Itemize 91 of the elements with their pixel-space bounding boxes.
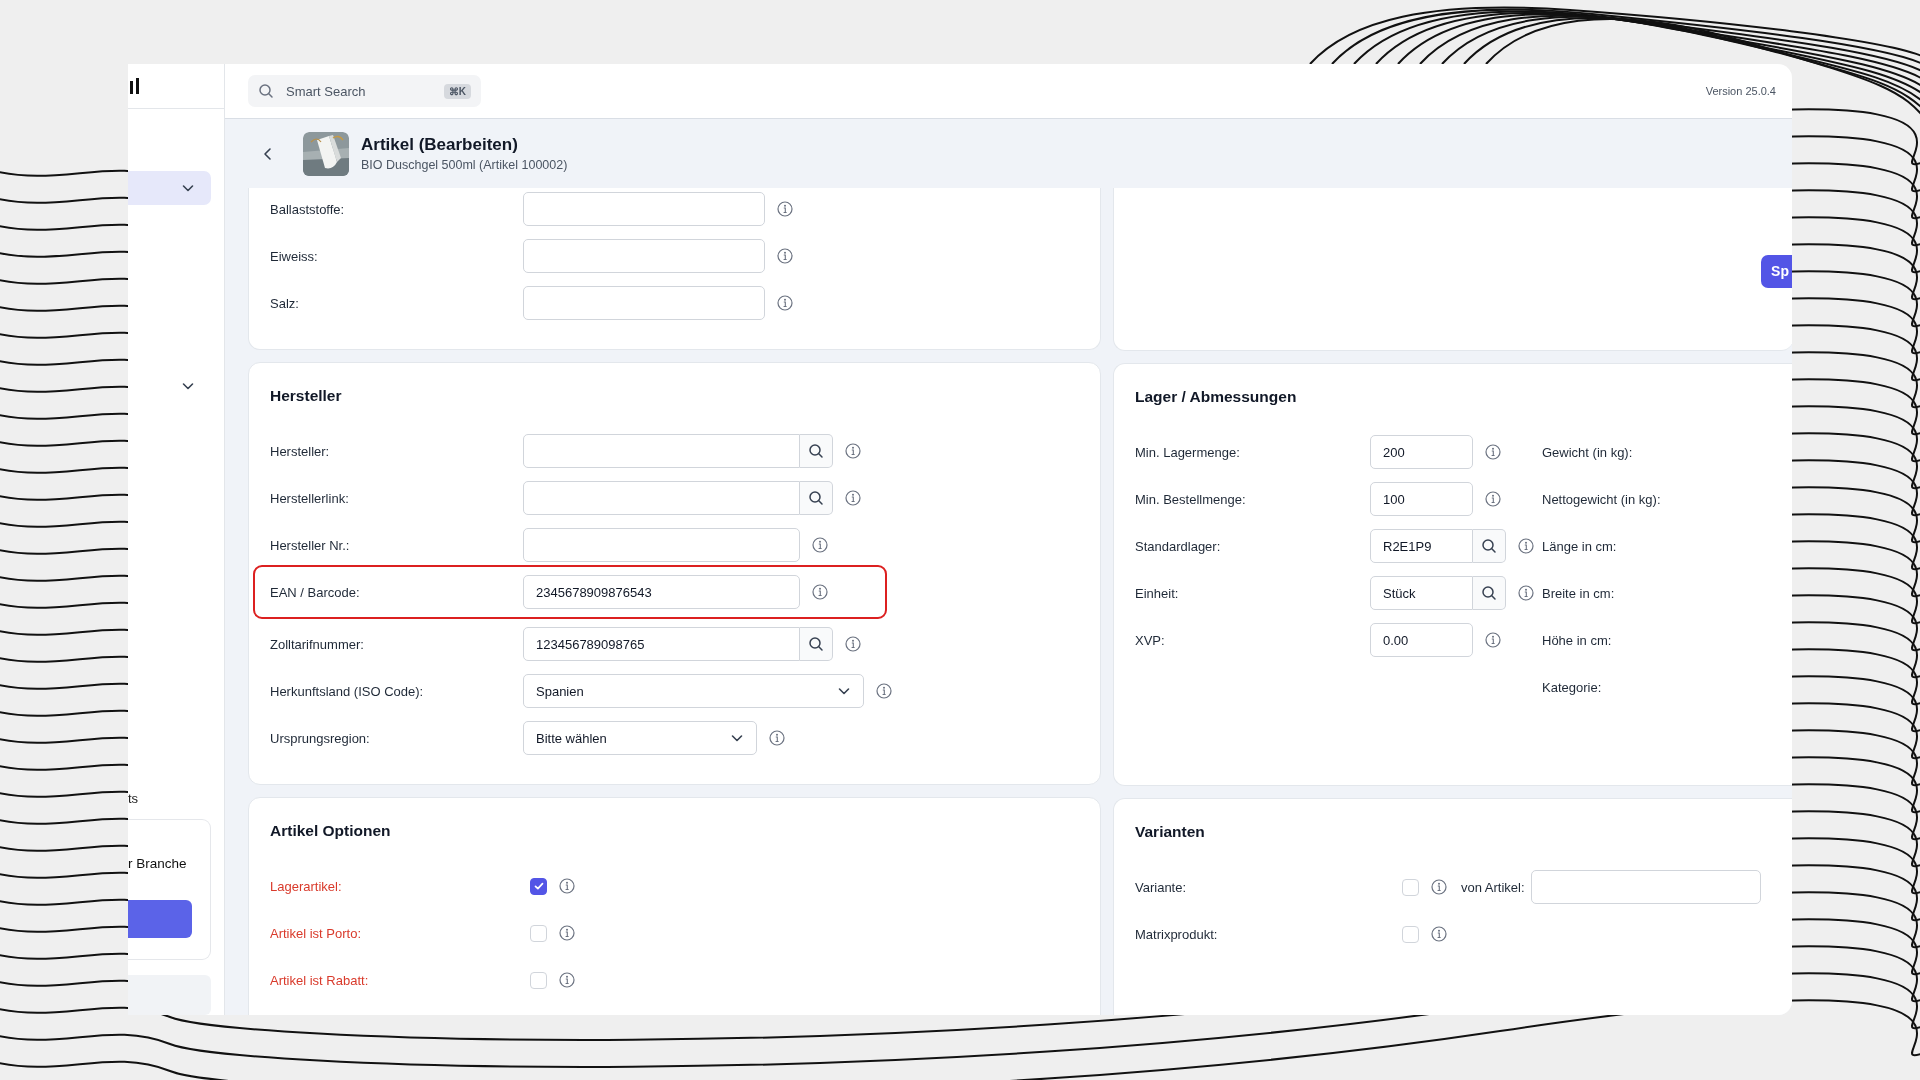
info-icon[interactable]: [812, 584, 828, 600]
info-icon[interactable]: [1518, 585, 1534, 601]
field-label: EAN / Barcode:: [270, 584, 361, 600]
info-icon[interactable]: [777, 248, 793, 264]
info-icon[interactable]: [777, 295, 793, 311]
search-field[interactable]: Smart Search ⌘K: [248, 75, 481, 107]
info-icon[interactable]: [1431, 926, 1447, 942]
search-button[interactable]: [1473, 529, 1506, 563]
info-icon[interactable]: [769, 730, 785, 746]
info-icon[interactable]: [777, 201, 793, 217]
promo-text: r Branche: [128, 856, 187, 871]
search-button[interactable]: [800, 627, 833, 661]
check-icon: [532, 880, 545, 892]
dropdown[interactable]: Spanien: [523, 674, 864, 708]
info-icon[interactable]: [845, 490, 861, 506]
field-label: Lagerartikel:: [270, 878, 343, 894]
input-field[interactable]: 100: [1370, 482, 1473, 516]
section-title: Lager / Abmessungen: [1135, 388, 1298, 407]
section-title: Artikel Optionen: [270, 822, 392, 841]
search-button[interactable]: [1473, 576, 1506, 610]
field-label: Herkunftsland (ISO Code):: [270, 683, 425, 699]
input-field[interactable]: [523, 481, 800, 515]
sidebar-label: ts: [128, 791, 140, 808]
field-label: Nettogewicht (in kg):: [1542, 490, 1661, 509]
save-button[interactable]: Sp: [1761, 254, 1792, 288]
back-button[interactable]: [262, 146, 274, 161]
info-icon[interactable]: [1518, 538, 1534, 554]
field-label: Kategorie:: [1542, 678, 1603, 697]
input-field[interactable]: [523, 239, 765, 273]
info-icon[interactable]: [1485, 491, 1501, 507]
search-icon: [1481, 585, 1497, 601]
search-icon: [808, 490, 824, 506]
dropdown[interactable]: Bitte wählen: [523, 721, 757, 755]
field-label: Min. Bestellmenge:: [1135, 491, 1247, 507]
field-label: Hersteller:: [270, 443, 331, 459]
field-label: Artikel ist Rabatt:: [270, 972, 370, 988]
logo-icon: [130, 78, 140, 94]
info-icon[interactable]: [559, 972, 575, 988]
search-icon: [258, 83, 274, 99]
field-label: Länge in cm:: [1542, 537, 1618, 556]
field-label: Zolltarifnummer:: [270, 636, 365, 652]
field-label: von Artikel:: [1461, 879, 1525, 895]
page-title: Artikel (Bearbeiten): [361, 135, 519, 155]
field-label: Salz:: [270, 295, 300, 311]
search-placeholder: Smart Search: [286, 83, 367, 99]
field-label: XVP:: [1135, 632, 1166, 648]
input-field[interactable]: [1530, 870, 1761, 904]
input-field[interactable]: 0.00: [1370, 623, 1473, 657]
section-title: Hersteller: [270, 387, 343, 406]
input-field[interactable]: Stück: [1370, 576, 1473, 610]
search-icon: [1481, 538, 1497, 554]
field-label: Höhe in cm:: [1542, 631, 1613, 650]
field-label: Herstellerlink:: [270, 490, 350, 506]
input-field[interactable]: [523, 286, 765, 320]
search-icon: [808, 636, 824, 652]
field-label: Eiweiss:: [270, 248, 319, 264]
page-subtitle: BIO Duschgel 500ml (Artikel 100002): [361, 158, 568, 172]
input-field[interactable]: 200: [1370, 435, 1473, 469]
checkbox[interactable]: [530, 877, 547, 895]
info-icon[interactable]: [812, 537, 828, 553]
section-title: Varianten: [1135, 823, 1206, 842]
version-label: Version 25.0.4: [1705, 85, 1776, 97]
field-label: Breite in cm:: [1542, 584, 1616, 603]
field-label: Standardlager:: [1135, 538, 1222, 554]
info-icon[interactable]: [559, 878, 575, 894]
field-label: Gewicht (in kg):: [1542, 443, 1634, 462]
input-field[interactable]: 2345678909876543: [523, 575, 800, 609]
search-icon: [808, 443, 824, 459]
input-field[interactable]: R2E1P9: [1370, 529, 1473, 563]
field-label: Artikel ist Porto:: [270, 925, 363, 941]
input-field[interactable]: [523, 528, 800, 562]
search-button[interactable]: [800, 434, 833, 468]
field-label: Hersteller Nr.:: [270, 537, 351, 553]
info-icon[interactable]: [845, 636, 861, 652]
field-label: Variante:: [1135, 879, 1188, 895]
info-icon[interactable]: [876, 683, 892, 699]
field-label: Ursprungsregion:: [270, 730, 371, 746]
info-icon[interactable]: [1485, 444, 1501, 460]
search-button[interactable]: [800, 481, 833, 515]
field-label: Min. Lagermenge:: [1135, 444, 1241, 460]
info-icon[interactable]: [559, 925, 575, 941]
info-icon[interactable]: [845, 443, 861, 459]
info-icon[interactable]: [1485, 632, 1501, 648]
field-label: Matrixprodukt:: [1135, 926, 1219, 942]
field-label: Einheit:: [1135, 585, 1180, 601]
shortcut-badge: ⌘K: [443, 83, 471, 99]
info-icon[interactable]: [1431, 879, 1447, 895]
input-field[interactable]: [523, 434, 800, 468]
input-field[interactable]: 123456789098765: [523, 627, 800, 661]
field-label: Ballaststoffe:: [270, 201, 346, 217]
input-field[interactable]: [523, 192, 765, 226]
